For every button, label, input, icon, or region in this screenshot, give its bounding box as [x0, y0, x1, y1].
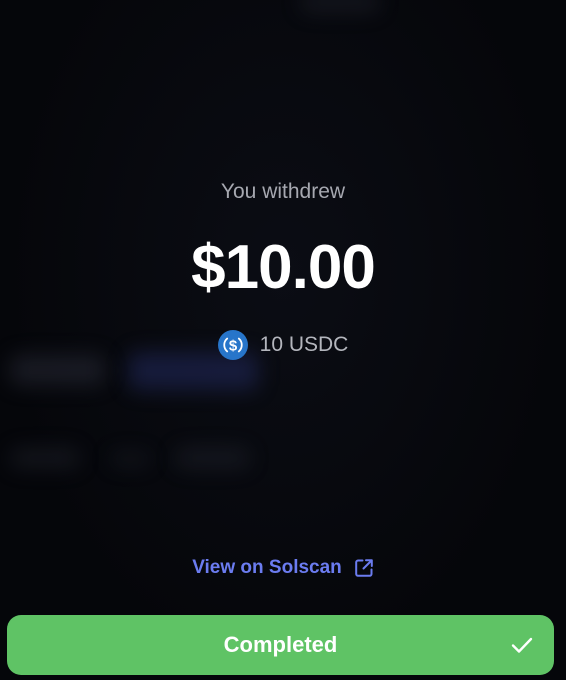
usdc-icon: $ [217, 330, 248, 360]
withdrew-label: You withdrew [220, 180, 346, 203]
solscan-link-label: View on Solscan [192, 557, 342, 578]
external-link-icon [354, 558, 374, 578]
withdraw-amount: $10.00 [191, 233, 376, 302]
svg-text:$: $ [228, 338, 237, 355]
background-blur-block [10, 448, 80, 468]
withdraw-success-screen: You withdrew $10.00 $ 10 USDC View on So… [0, 0, 566, 680]
token-amount-row: $ 10 USDC [0, 330, 566, 360]
completed-button-label: Completed [223, 632, 338, 657]
background-blur-block [110, 452, 150, 466]
token-amount-text: 10 USDC [259, 333, 349, 356]
checkmark-icon [510, 633, 534, 657]
background-blur-block [175, 448, 250, 468]
view-on-solscan-link[interactable]: View on Solscan [0, 557, 566, 579]
completed-button[interactable]: Completed [7, 615, 554, 675]
background-blur-block [300, 0, 380, 12]
